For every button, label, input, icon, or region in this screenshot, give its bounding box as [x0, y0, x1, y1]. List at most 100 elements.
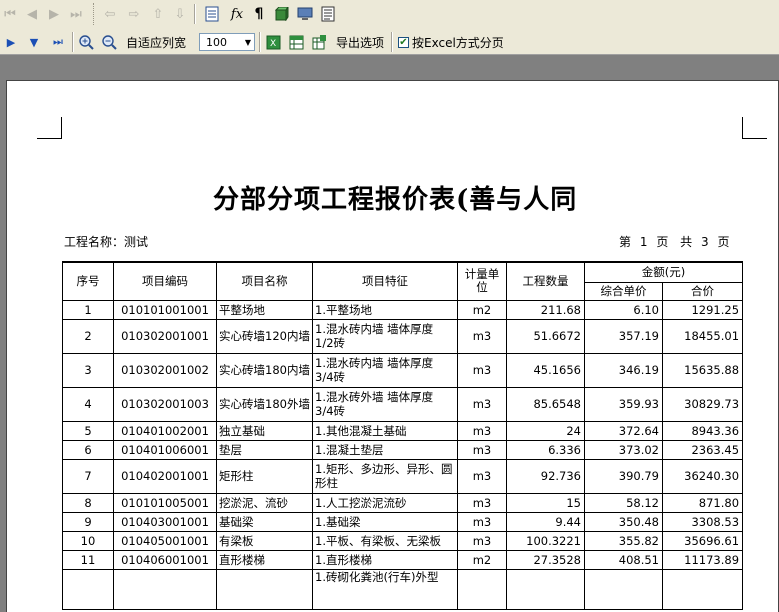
cell-name: 有梁板 [216, 530, 313, 551]
table-row: 1.砖砌化粪池(行车)外型 [62, 568, 744, 610]
cell-unit-price: 346.19 [584, 352, 663, 388]
cell-name: 直形楼梯 [216, 549, 313, 570]
excel-paging-checkbox[interactable]: ✔ 按Excel方式分页 [398, 32, 504, 52]
table-row: 8 010101005001 挖淤泥、流砂 1.人工挖淤泥流砂 m3 15 58.12 871… [62, 492, 744, 513]
cell-quantity: 92.736 [506, 458, 585, 494]
excel-export-icon[interactable]: X [265, 32, 281, 52]
cell-feature: 1.混水砖内墙 墙体厚度 1/2砖 [312, 318, 458, 354]
chevron-down-icon[interactable]: ▼ [242, 38, 254, 47]
cell-quantity: 211.68 [506, 299, 585, 320]
cell-feature: 1.直形楼梯 [312, 549, 458, 570]
cell-index: 5 [62, 420, 114, 441]
header-unit: 计量单位 [457, 261, 507, 301]
next-page-icon[interactable]: ▶ [46, 4, 62, 24]
cell-feature: 1.混水砖外墙 墙体厚度 3/4砖 [312, 386, 458, 422]
cell-name: 挖淤泥、流砂 [216, 492, 313, 513]
toolbar-grip [93, 3, 97, 25]
cell-name: 独立基础 [216, 420, 313, 441]
cell-total: 871.80 [661, 492, 744, 513]
table-body: 1 010101001001 平整场地 1.平整场地 m2 211.68 6.10 1291.… [62, 299, 744, 610]
zoom-in-icon[interactable] [78, 32, 94, 52]
table-row: 10 010405001001 有梁板 1.平板、有梁板、无梁板 m3 100.3221 3… [62, 530, 744, 551]
toolbar-separator [391, 32, 393, 52]
cube-icon[interactable] [274, 4, 290, 24]
svg-text:X: X [270, 39, 276, 49]
formula-icon[interactable]: 𝑓x [228, 4, 246, 24]
quote-table: 序号 项目编码 项目名称 项目特征 计量单位 工程数量 金额(元) 综合单价 合… [62, 261, 744, 610]
header-name: 项目名称 [216, 261, 313, 301]
forward-icon[interactable]: ⇨ [126, 4, 142, 24]
zoom-select[interactable]: 100 ▼ [199, 33, 255, 51]
cell-index: 3 [62, 352, 114, 388]
cell-index [62, 568, 114, 610]
cell-feature: 1.其他混凝土基础 [312, 420, 458, 441]
report-viewport[interactable]: 分部分项工程报价表(善与人同 工程名称：测试 第 1 页 共 3 页 序号 项目… [0, 55, 779, 612]
cell-total: 8943.36 [661, 420, 744, 441]
first-page-icon[interactable]: ⏮ [2, 4, 18, 24]
page-setup-icon[interactable] [204, 4, 220, 24]
cell-quantity: 15 [506, 492, 585, 513]
prev-page-icon[interactable]: ◀ [24, 4, 40, 24]
export-grid-icon[interactable] [311, 32, 327, 52]
cell-quantity: 9.44 [506, 511, 585, 532]
cell-unit-price: 359.93 [584, 386, 663, 422]
cell-index: 2 [62, 318, 114, 354]
cell-name [216, 568, 313, 610]
dropdown-icon[interactable]: ▼ [26, 32, 42, 52]
report-icon[interactable] [320, 4, 336, 24]
zoom-value: 100 [206, 35, 227, 49]
cell-code: 010302001001 [113, 318, 217, 354]
excel-sheet-icon[interactable] [288, 32, 304, 52]
back-icon[interactable]: ⇦ [102, 4, 118, 24]
paragraph-icon[interactable]: ¶ [252, 4, 266, 24]
cell-index: 7 [62, 458, 114, 494]
zoom-out-icon[interactable] [101, 32, 117, 52]
cell-feature: 1.混凝土垫层 [312, 439, 458, 460]
page-word: 共 [680, 235, 693, 249]
table-row: 4 010302001003 实心砖墙180外墙 1.混水砖外墙 墙体厚度 3/4砖 m… [62, 386, 744, 422]
cell-total [661, 568, 744, 610]
table-row: 3 010302001002 实心砖墙180内墙 1.混水砖内墙 墙体厚度 3/4砖 m… [62, 352, 744, 388]
last-page-icon[interactable]: ⏭ [68, 4, 84, 24]
cell-unit-price: 390.79 [584, 458, 663, 494]
header-total: 合价 [661, 281, 744, 301]
move-up-icon[interactable]: ⇧ [150, 4, 166, 24]
cell-unit: m3 [457, 352, 507, 388]
cell-unit: m3 [457, 439, 507, 460]
cell-unit: m3 [457, 511, 507, 532]
header-quantity: 工程数量 [506, 261, 585, 301]
table-row: 9 010403001001 基础梁 1.基础梁 m3 9.44 350.48 3308.53 [62, 511, 744, 532]
cell-unit-price: 355.82 [584, 530, 663, 551]
page-word: 页 [656, 235, 669, 249]
cell-code: 010406001001 [113, 549, 217, 570]
cell-quantity [506, 568, 585, 610]
cell-unit: m2 [457, 549, 507, 570]
cell-name: 实心砖墙180外墙 [216, 386, 313, 422]
header-amount: 金额(元) [583, 261, 744, 283]
cell-code: 010101001001 [113, 299, 217, 320]
export-options-button[interactable]: 导出选项 [336, 32, 384, 52]
cell-name: 平整场地 [216, 299, 313, 320]
cell-index: 11 [62, 549, 114, 570]
cell-unit: m3 [457, 492, 507, 513]
play-icon[interactable]: ▶ [4, 32, 18, 52]
skip-end-icon[interactable]: ⏭ [50, 32, 66, 52]
view-toolbar: ▶ ▼ ⏭ 自适应列宽 100 ▼ X 导出选项 ✔ 按Excel方式分页 [0, 28, 779, 55]
screen-icon[interactable] [297, 4, 313, 24]
table-row: 1 010101001001 平整场地 1.平整场地 m2 211.68 6.10 1291.… [62, 299, 744, 320]
cell-feature: 1.矩形、多边形、异形、圆形柱 [312, 458, 458, 494]
cell-total: 15635.88 [661, 352, 744, 388]
cell-unit: m3 [457, 530, 507, 551]
cell-unit-price: 350.48 [584, 511, 663, 532]
navigation-toolbar: ⏮ ◀ ▶ ⏭ ⇦ ⇨ ⇧ ⇩ 𝑓x ¶ [0, 0, 779, 28]
cell-unit [457, 568, 507, 610]
move-down-icon[interactable]: ⇩ [172, 4, 188, 24]
cell-total: 18455.01 [661, 318, 744, 354]
cell-feature: 1.基础梁 [312, 511, 458, 532]
header-unit-price: 综合单价 [584, 281, 663, 301]
cell-name: 矩形柱 [216, 458, 313, 494]
crop-mark [37, 117, 62, 139]
page-total: 3 [701, 235, 709, 249]
fit-width-button[interactable]: 自适应列宽 [126, 32, 186, 52]
cell-quantity: 24 [506, 420, 585, 441]
